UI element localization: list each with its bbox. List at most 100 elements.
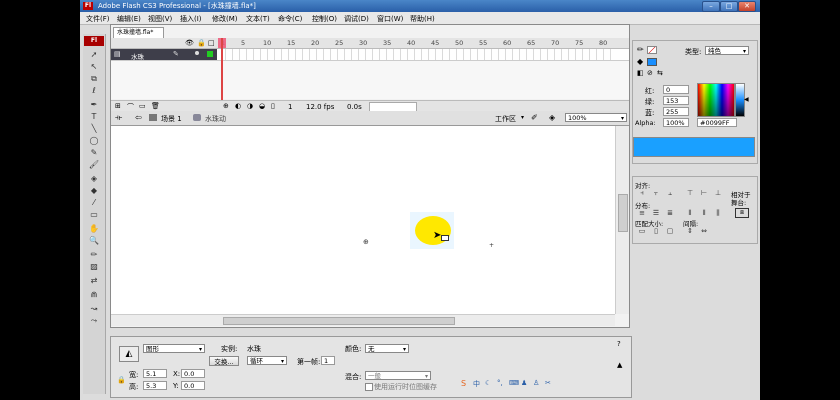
menu-view[interactable]: 视图(V)	[148, 14, 172, 24]
menu-window[interactable]: 窗口(W)	[377, 14, 403, 24]
stage-horizontal-scrollbar[interactable]	[111, 314, 615, 326]
stage[interactable]: ⊕ +	[111, 126, 615, 314]
lasso-tool-icon[interactable]: ℓ	[88, 86, 100, 96]
no-color-icon[interactable]: ⊘	[647, 69, 653, 77]
swap-fill-stroke-icon[interactable]: ⇆	[657, 69, 663, 77]
stroke-swatch[interactable]	[647, 46, 657, 54]
align-left-icon[interactable]: ⫞	[637, 189, 647, 197]
eyedropper-tool-icon[interactable]: ⁄	[88, 198, 100, 208]
hand-tool-icon[interactable]: ✋	[88, 224, 100, 234]
match-both-icon[interactable]: ▢	[665, 227, 675, 235]
minimize-button[interactable]: –	[702, 1, 720, 12]
alpha-input[interactable]: 100%	[663, 118, 689, 127]
loop-select[interactable]: 循环	[247, 356, 287, 366]
delete-layer-icon[interactable]: 🗑	[151, 102, 160, 110]
first-frame-input[interactable]: 1	[321, 356, 335, 365]
straighten-icon[interactable]: ⤳	[88, 316, 100, 326]
stroke-pencil-icon[interactable]: ✏	[637, 45, 644, 54]
breadcrumb-symbol[interactable]: 水珠动	[205, 114, 226, 124]
distribute-hcenter-icon[interactable]: ⦀	[699, 209, 709, 217]
layer-color-icon[interactable]	[207, 51, 213, 57]
subselection-tool-icon[interactable]: ↖	[88, 62, 100, 72]
edit-scene-icon[interactable]: ✐	[531, 113, 538, 122]
free-transform-tool-icon[interactable]: ⧉	[88, 74, 100, 84]
swap-button[interactable]: 交换...	[209, 356, 239, 366]
match-width-icon[interactable]: ▭	[637, 227, 647, 235]
match-height-icon[interactable]: ▯	[651, 227, 661, 235]
breadcrumb-scene[interactable]: 场景 1	[161, 114, 182, 124]
default-colors-icon[interactable]: ◧	[637, 69, 644, 77]
lock-icon[interactable]: 🔒	[197, 39, 206, 47]
height-input[interactable]: 5.3	[143, 381, 167, 390]
timeline-toggle-icon[interactable]: ⟛	[115, 113, 122, 123]
zoom-tool-icon[interactable]: 🔍	[88, 236, 100, 246]
align-vcenter-icon[interactable]: ⊢	[699, 189, 709, 197]
hex-input[interactable]: #0099FF	[697, 118, 737, 127]
ime-chinese-icon[interactable]: 中	[473, 379, 480, 389]
menu-file[interactable]: 文件(F)	[86, 14, 110, 24]
menu-help[interactable]: 帮助(H)	[410, 14, 435, 24]
zoom-select[interactable]: 100%	[565, 113, 627, 123]
selection-tool-icon[interactable]: ➚	[88, 50, 100, 60]
onion-skin-icon[interactable]: ◐	[235, 102, 241, 110]
x-input[interactable]: 0.0	[181, 369, 205, 378]
menu-debug[interactable]: 调试(D)	[344, 14, 369, 24]
center-frame-icon[interactable]: ⊕	[223, 102, 229, 110]
menu-text[interactable]: 文本(T)	[246, 14, 270, 24]
fill-swatch[interactable]	[647, 58, 657, 66]
align-bottom-icon[interactable]: ⊥	[713, 189, 723, 197]
snap-magnet-icon[interactable]: ⋒	[88, 290, 100, 300]
help-icon[interactable]: ?	[617, 340, 621, 348]
onion-outline-icon[interactable]: ◑	[247, 102, 253, 110]
ime-user-icon[interactable]: ♟	[521, 379, 527, 387]
vscroll-thumb[interactable]	[618, 194, 628, 232]
fill-type-select[interactable]: 纯色	[705, 46, 749, 56]
outline-icon[interactable]: □	[208, 39, 215, 47]
menu-edit[interactable]: 编辑(E)	[117, 14, 141, 24]
timeline-ruler[interactable]: 1 5 10 15 20 25 30 35 40 45 50 55 60 65 …	[219, 38, 615, 48]
distribute-right-icon[interactable]: ⫼	[713, 209, 723, 217]
ime-punct-icon[interactable]: °,	[497, 379, 503, 387]
brush-tool-icon[interactable]: 🖌	[88, 160, 100, 170]
eraser-tool-icon[interactable]: ▭	[88, 210, 100, 220]
green-input[interactable]: 153	[663, 96, 689, 105]
ime-shirt-icon[interactable]: ♙	[533, 379, 539, 387]
ink-bottle-tool-icon[interactable]: ◈	[88, 174, 100, 184]
stroke-color-icon[interactable]: ✏	[88, 250, 100, 260]
frame-cells[interactable]	[219, 49, 615, 60]
align-right-icon[interactable]: ⫠	[665, 189, 675, 197]
symbol-behavior-select[interactable]: 图形	[143, 344, 205, 354]
onion-markers-icon[interactable]: ▯	[271, 102, 275, 110]
ime-moon-icon[interactable]: ☾	[485, 379, 491, 387]
menu-commands[interactable]: 命令(C)	[278, 14, 302, 24]
space-horizontal-icon[interactable]: ⇔	[699, 227, 709, 235]
blue-input[interactable]: 255	[663, 107, 689, 116]
maximize-button[interactable]: □	[720, 1, 738, 12]
ime-keyboard-icon[interactable]: ⌨	[509, 379, 519, 387]
swap-colors-icon[interactable]: ⇄	[88, 276, 100, 286]
color-spectrum-picker[interactable]	[697, 83, 735, 117]
workspace-button[interactable]: 工作区	[495, 114, 516, 124]
line-tool-icon[interactable]: ╲	[88, 124, 100, 134]
edit-multiple-icon[interactable]: ◒	[259, 102, 265, 110]
folder-icon[interactable]: ▭	[139, 102, 146, 110]
fill-color-icon[interactable]: ▨	[88, 262, 100, 272]
smooth-icon[interactable]: ↝	[88, 304, 100, 314]
color-effect-select[interactable]: 无	[365, 344, 409, 354]
distribute-left-icon[interactable]: ⫴	[685, 209, 695, 217]
edit-symbol-icon[interactable]: ◈	[549, 113, 555, 122]
collapse-icon[interactable]: ▲	[617, 361, 622, 369]
lock-proportions-icon[interactable]: 🔒	[117, 376, 126, 384]
layer-name-cell[interactable]: ▤ 水珠 ✎	[111, 49, 217, 61]
y-input[interactable]: 0.0	[181, 381, 205, 390]
blend-select[interactable]: 一般	[365, 371, 431, 381]
width-input[interactable]: 5.1	[143, 369, 167, 378]
align-top-icon[interactable]: ⊤	[685, 189, 695, 197]
visible-dot-icon[interactable]	[195, 51, 199, 55]
ime-tools-icon[interactable]: ✂	[545, 379, 551, 387]
to-stage-button[interactable]: ⧈	[735, 208, 749, 218]
eye-icon[interactable]: 👁	[185, 39, 194, 47]
back-arrow-icon[interactable]: ⇦	[135, 113, 142, 122]
paint-bucket-tool-icon[interactable]: ◆	[88, 186, 100, 196]
cache-checkbox[interactable]	[365, 383, 373, 391]
